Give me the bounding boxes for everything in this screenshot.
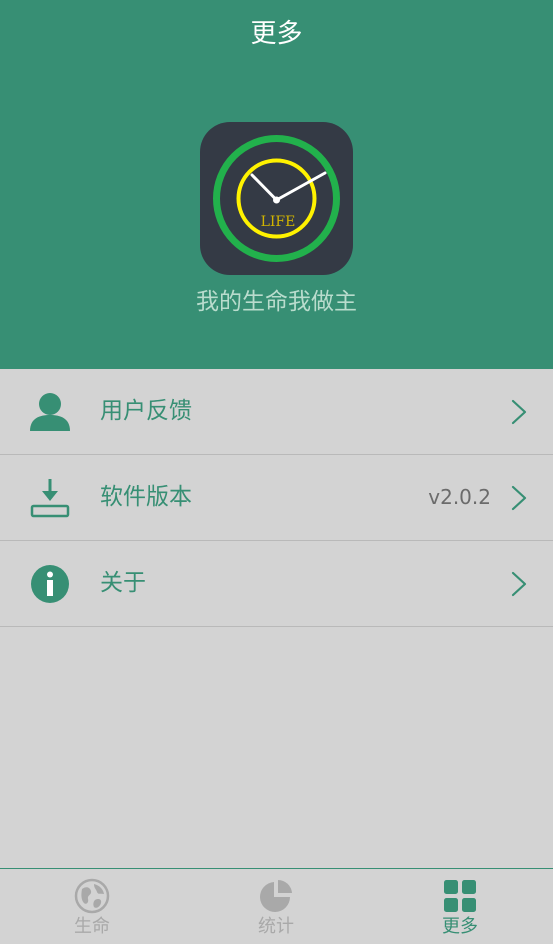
download-icon (30, 479, 70, 518)
page-title: 更多 (250, 19, 303, 49)
pie-chart-icon (260, 879, 292, 912)
app-icon-text: LIFE (261, 214, 296, 230)
menu-item-feedback[interactable]: 用户反馈 (0, 369, 553, 455)
slogan: 我的生命我做主 (196, 289, 357, 315)
tab-life[interactable]: 生命 (0, 869, 184, 944)
chevron-right-icon (511, 399, 527, 425)
user-icon (30, 393, 70, 431)
version-value: v2.0.2 (428, 485, 491, 509)
globe-icon (74, 878, 110, 914)
tab-label: 生命 (74, 916, 110, 937)
menu-item-label: 软件版本 (100, 484, 192, 510)
header: 更多 LIFE 我的生命我做主 (0, 0, 553, 369)
tab-bar: 生命 统计 更多 (0, 868, 553, 944)
menu-item-about[interactable]: 关于 (0, 541, 553, 627)
menu-item-label: 关于 (100, 570, 146, 596)
menu-list: 用户反馈 软件版本 v2.0.2 关于 (0, 369, 553, 627)
tab-more[interactable]: 更多 (368, 869, 552, 944)
chevron-right-icon (511, 571, 527, 597)
menu-item-version[interactable]: 软件版本 v2.0.2 (0, 455, 553, 541)
info-icon (31, 565, 69, 603)
tab-label: 统计 (258, 916, 294, 937)
tab-label: 更多 (442, 916, 478, 937)
tab-statistics[interactable]: 统计 (184, 869, 368, 944)
app-icon: LIFE (200, 122, 353, 275)
menu-item-label: 用户反馈 (100, 398, 192, 424)
chevron-right-icon (511, 485, 527, 511)
grid-icon (444, 880, 476, 912)
clock-icon: LIFE (213, 135, 340, 262)
